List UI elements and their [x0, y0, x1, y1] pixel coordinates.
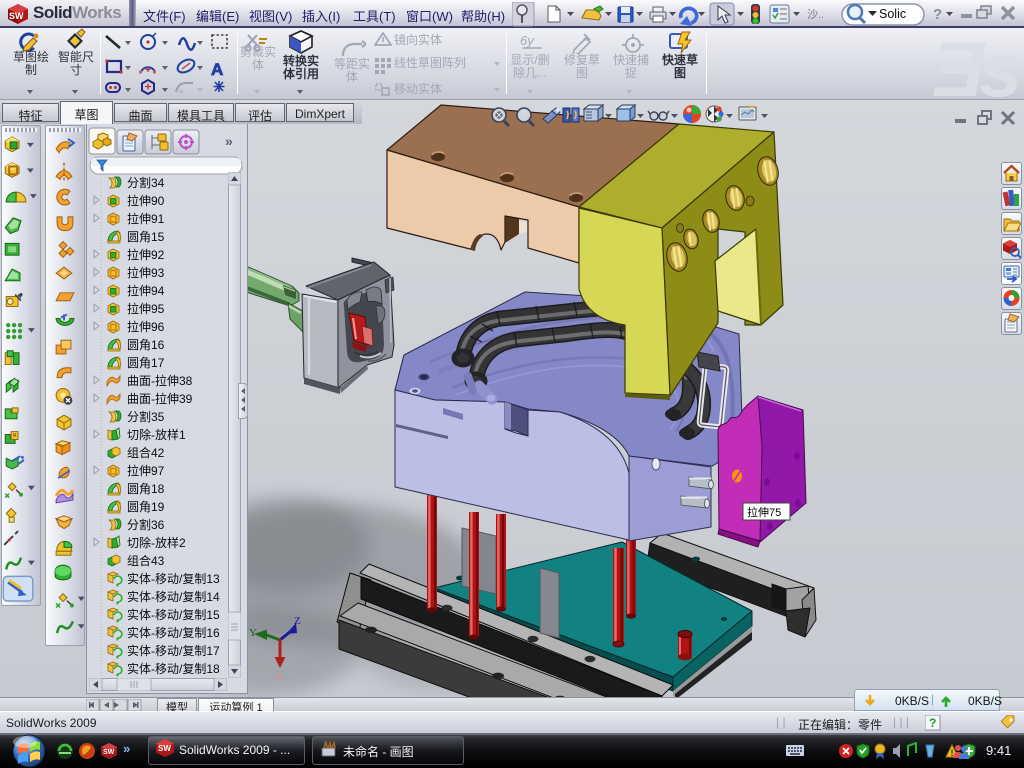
- svg-text:曲面-拉伸39: 曲面-拉伸39: [127, 391, 193, 406]
- svg-text:组合43: 组合43: [127, 553, 165, 568]
- svg-text:拉伸93: 拉伸93: [127, 265, 165, 280]
- svg-text:分割36: 分割36: [127, 517, 165, 532]
- svg-text:沙..: 沙..: [807, 8, 824, 21]
- svg-text:SW: SW: [103, 749, 115, 756]
- svg-text:切除-放样2: 切除-放样2: [127, 535, 186, 550]
- svg-text:A: A: [211, 60, 223, 79]
- svg-text:分割34: 分割34: [127, 175, 165, 190]
- svg-text:拉伸75: 拉伸75: [747, 505, 781, 519]
- svg-text:圆角17: 圆角17: [127, 356, 165, 370]
- svg-text:组合42: 组合42: [127, 445, 165, 460]
- svg-text:实体-移动/复制14: 实体-移动/复制14: [127, 589, 220, 604]
- svg-text:分割35: 分割35: [127, 409, 165, 424]
- svg-text:?: ?: [933, 6, 942, 23]
- svg-text:Z: Z: [294, 615, 301, 627]
- svg-text:Y: Y: [249, 627, 257, 639]
- svg-text:Solic: Solic: [879, 7, 906, 21]
- svg-text:拉伸96: 拉伸96: [127, 319, 165, 334]
- svg-text:实体-移动/复制13: 实体-移动/复制13: [127, 571, 220, 586]
- svg-text:拉伸97: 拉伸97: [127, 463, 165, 478]
- svg-text:圆角16: 圆角16: [127, 338, 165, 352]
- svg-text:»: »: [225, 133, 233, 149]
- svg-text:圆角19: 圆角19: [127, 500, 165, 514]
- svg-text:圆角15: 圆角15: [127, 230, 165, 244]
- svg-text:拉伸90: 拉伸90: [127, 193, 165, 208]
- svg-text:实体-移动/复制18: 实体-移动/复制18: [127, 661, 220, 676]
- svg-text:»: »: [123, 741, 130, 756]
- svg-text:X: X: [275, 671, 283, 683]
- svg-text:+: +: [583, 34, 589, 45]
- svg-text:实体-移动/复制15: 实体-移动/复制15: [127, 607, 220, 622]
- svg-text:切除-放样1: 切除-放样1: [127, 427, 186, 442]
- svg-text:曲面-拉伸38: 曲面-拉伸38: [127, 373, 193, 388]
- svg-text:拉伸94: 拉伸94: [127, 283, 165, 298]
- svg-text:实体-移动/复制17: 实体-移动/复制17: [127, 643, 220, 658]
- svg-text:拉伸91: 拉伸91: [127, 211, 165, 226]
- svg-text:拉伸92: 拉伸92: [127, 247, 165, 262]
- svg-text:圆角18: 圆角18: [127, 482, 165, 496]
- svg-text:SW: SW: [9, 11, 24, 21]
- svg-text:实体-移动/复制16: 实体-移动/复制16: [127, 625, 220, 640]
- svg-text:6y: 6y: [520, 33, 535, 48]
- svg-text:?: ?: [929, 716, 936, 730]
- svg-text:SW: SW: [158, 744, 171, 753]
- svg-text:拉伸95: 拉伸95: [127, 301, 165, 316]
